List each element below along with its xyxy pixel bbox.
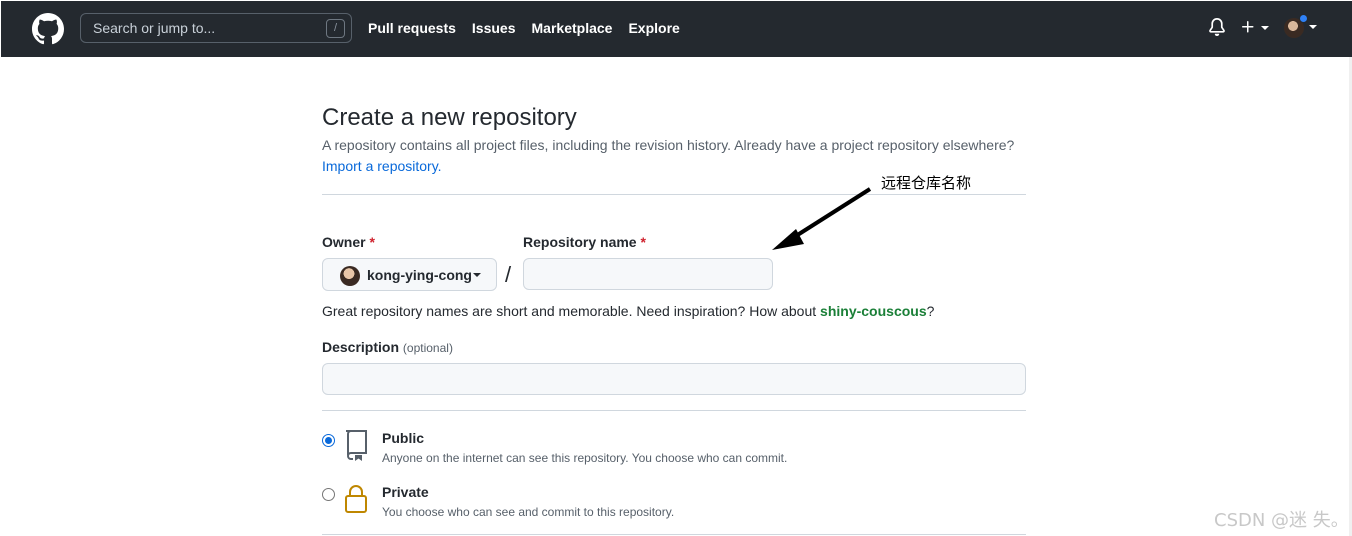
global-header: Search or jump to... / Pull requests Iss… <box>0 0 1352 57</box>
owner-select[interactable]: kong-ying-cong <box>322 258 497 291</box>
chevron-down-icon <box>1309 25 1317 29</box>
required-marker: * <box>640 234 646 250</box>
nav-issues[interactable]: Issues <box>472 20 516 36</box>
page-subtitle: A repository contains all project files,… <box>322 137 1015 153</box>
nav-marketplace[interactable]: Marketplace <box>532 20 613 36</box>
private-radio[interactable] <box>322 488 335 501</box>
description-label: Description (optional) <box>322 339 453 355</box>
owner-label: Owner * <box>322 234 375 250</box>
divider <box>322 194 1026 195</box>
nav-pull-requests[interactable]: Pull requests <box>368 20 456 36</box>
owner-name: kong-ying-cong <box>367 267 472 283</box>
public-description: Anyone on the internet can see this repo… <box>382 451 788 465</box>
hint-text: Great repository names are short and mem… <box>322 303 821 319</box>
notification-dot <box>1299 14 1308 23</box>
description-input[interactable] <box>322 363 1026 395</box>
search-input[interactable]: Search or jump to... / <box>80 13 352 43</box>
plus-icon <box>1242 21 1254 33</box>
nav-explore[interactable]: Explore <box>628 20 679 36</box>
lock-icon <box>345 485 367 513</box>
divider <box>322 534 1026 535</box>
chevron-down-icon <box>1261 26 1269 30</box>
repo-name-label: Repository name * <box>523 234 646 250</box>
repo-name-label-text: Repository name <box>523 234 637 250</box>
hint-suffix: ? <box>926 303 935 319</box>
annotation-label: 远程仓库名称 <box>881 174 972 192</box>
chevron-down-icon <box>473 273 481 277</box>
name-suggestion[interactable]: shiny-couscous <box>820 303 927 319</box>
github-logo-icon[interactable] <box>32 13 64 45</box>
optional-marker: (optional) <box>402 341 453 355</box>
watermark: CSDN @迷 失。 <box>1214 510 1349 531</box>
page-title: Create a new repository <box>322 104 577 131</box>
owner-avatar <box>340 266 360 286</box>
search-placeholder: Search or jump to... <box>93 20 216 36</box>
repo-icon <box>346 430 367 461</box>
bell-icon[interactable] <box>1208 17 1226 37</box>
create-new-menu[interactable] <box>1240 17 1272 37</box>
public-title: Public <box>382 430 425 446</box>
divider <box>322 410 1026 411</box>
import-repository-link[interactable]: Import a repository. <box>322 158 442 174</box>
global-nav: Pull requests Issues Marketplace Explore <box>368 20 680 36</box>
owner-label-text: Owner <box>322 234 366 250</box>
private-title: Private <box>382 484 429 500</box>
repo-name-input[interactable] <box>523 258 773 290</box>
public-radio[interactable] <box>322 434 335 447</box>
annotation-arrow <box>772 187 872 250</box>
private-description: You choose who can see and commit to thi… <box>382 505 675 519</box>
search-shortcut-key: / <box>326 19 345 38</box>
description-label-text: Description <box>322 339 400 355</box>
owner-repo-separator: / <box>505 262 512 287</box>
repo-name-hint: Great repository names are short and mem… <box>322 303 934 319</box>
user-menu[interactable] <box>1284 14 1320 38</box>
required-marker: * <box>369 234 375 250</box>
